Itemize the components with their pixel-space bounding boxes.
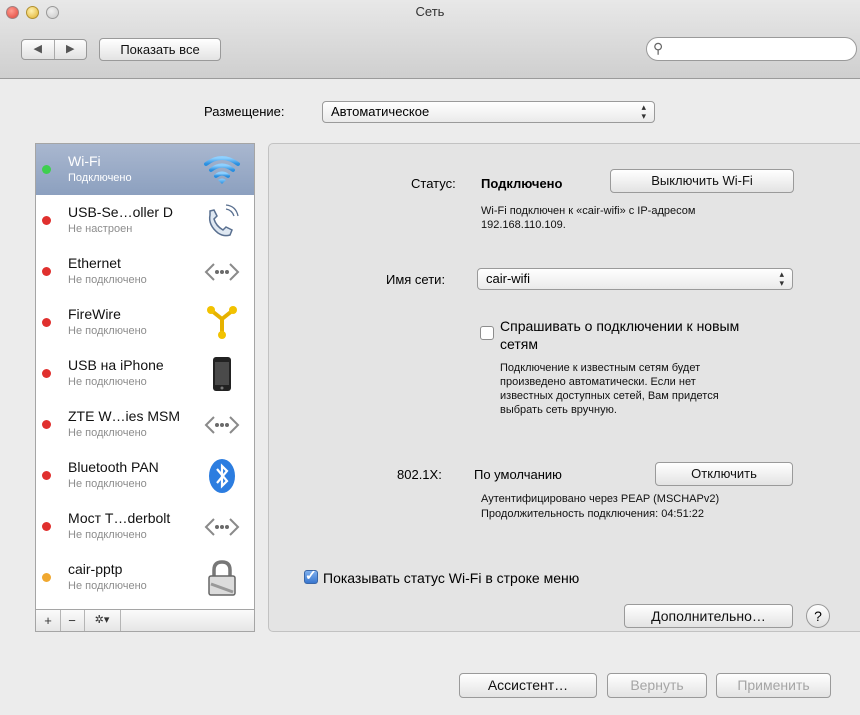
service-name: Мост T…derbolt — [68, 510, 171, 526]
gear-menu-button[interactable]: ✲▾ — [84, 610, 121, 631]
service-status: Не подключено — [68, 376, 147, 388]
ethernet-icon — [202, 507, 242, 547]
location-label: Размещение: — [204, 104, 285, 119]
service-status: Не подключено — [68, 478, 147, 490]
status-dot — [42, 420, 51, 429]
window-title: Сеть — [415, 4, 445, 19]
service-name: Bluetooth PAN — [68, 459, 159, 475]
location-popup[interactable]: Автоматическое ▴ ▾ — [322, 101, 655, 123]
network-name-label: Имя сети: — [386, 272, 446, 287]
ask-join-description-line2: произведено автоматически. Если нет — [500, 376, 696, 388]
back-forward-control: ◀ ▶ — [21, 39, 87, 60]
dot1x-label: 802.1X: — [397, 467, 442, 482]
service-name: USB на iPhone — [68, 357, 164, 373]
service-item[interactable]: USB на iPhone Не подключено — [36, 348, 254, 399]
service-list[interactable]: Wi-Fi Подключено USB-Se…oller D Не настроен… — [35, 143, 255, 610]
service-item[interactable]: FireWire Не подключено — [36, 297, 254, 348]
apply-button[interactable]: Применить — [716, 673, 831, 698]
status-dot — [42, 522, 51, 531]
checkmark-icon: ✓ — [305, 567, 317, 583]
ethernet-icon — [202, 252, 242, 292]
revert-button[interactable]: Вернуть — [607, 673, 707, 698]
service-name: FireWire — [68, 306, 121, 322]
turn-off-wifi-button[interactable]: Выключить Wi-Fi — [610, 169, 794, 193]
popup-arrows-icon: ▴ ▾ — [779, 269, 784, 288]
lock-icon — [202, 558, 242, 598]
ask-join-networks-checkbox[interactable] — [480, 326, 494, 340]
add-service-button[interactable]: + — [36, 610, 61, 631]
ask-join-description-line3: известных доступных сетей, Вам придется — [500, 390, 719, 402]
assistant-button[interactable]: Ассистент… — [459, 673, 597, 698]
ask-join-description-line4: выбрать сеть вручную. — [500, 404, 617, 416]
service-item[interactable]: Wi-Fi Подключено — [36, 144, 254, 195]
status-description-line1: Wi-Fi подключен к «cair-wifi» с IP-адрес… — [481, 205, 696, 217]
status-description-line2: 192.168.110.109. — [481, 219, 566, 231]
back-button[interactable]: ◀ — [22, 40, 54, 59]
status-dot — [42, 216, 51, 225]
search-input[interactable] — [669, 40, 853, 59]
bluetooth-icon — [202, 456, 242, 496]
forward-button[interactable]: ▶ — [53, 40, 87, 59]
service-item[interactable]: Ethernet Не подключено — [36, 246, 254, 297]
service-name: Ethernet — [68, 255, 121, 271]
status-dot — [42, 369, 51, 378]
dot1x-value: По умолчанию — [474, 467, 562, 482]
ask-join-label-line2[interactable]: сетям — [500, 336, 538, 352]
status-dot — [42, 267, 51, 276]
help-button[interactable]: ? — [806, 604, 830, 628]
service-list-toolbar: + − ✲▾ — [35, 610, 255, 632]
firewire-icon — [202, 303, 242, 343]
search-field[interactable]: ⚲ — [646, 37, 857, 61]
search-icon: ⚲ — [653, 40, 664, 56]
ask-join-label-line1[interactable]: Спрашивать о подключении к новым — [500, 318, 739, 334]
network-name-popup[interactable]: cair-wifi ▴ ▾ — [477, 268, 793, 290]
wifi-icon — [202, 150, 242, 190]
window-titlebar: Сеть ◀ ▶ Показать все ⚲ — [0, 0, 860, 79]
ask-join-description-line1: Подключение к известным сетям будет — [500, 362, 701, 374]
location-value: Автоматическое — [331, 104, 430, 119]
advanced-button[interactable]: Дополнительно… — [624, 604, 793, 628]
status-dot — [42, 573, 51, 582]
ethernet-icon — [202, 405, 242, 445]
service-status: Не подключено — [68, 274, 147, 286]
service-item[interactable]: USB-Se…oller D Не настроен — [36, 195, 254, 246]
status-value: Подключено — [481, 176, 563, 191]
show-wifi-status-label[interactable]: Показывать статус Wi-Fi в строке меню — [323, 570, 579, 586]
remove-service-button[interactable]: − — [60, 610, 85, 631]
network-name-value: cair-wifi — [486, 271, 531, 286]
service-name: Wi-Fi — [68, 153, 101, 169]
disconnect-button[interactable]: Отключить — [655, 462, 793, 486]
status-dot — [42, 318, 51, 327]
auth-info-line1: Аутентифицировано через PEAP (MSCHAPv2) — [481, 493, 720, 505]
service-status: Не подключено — [68, 427, 147, 439]
status-dot — [42, 471, 51, 480]
phone-handset-icon — [202, 201, 242, 241]
show-all-button[interactable]: Показать все — [99, 38, 221, 61]
service-name: cair-pptp — [68, 561, 123, 577]
service-status: Не подключено — [68, 580, 147, 592]
service-name: ZTE W…ies MSM — [68, 408, 180, 424]
service-status: Не настроен — [68, 223, 133, 235]
service-name: USB-Se…oller D — [68, 204, 174, 220]
service-item[interactable]: Bluetooth PAN Не подключено — [36, 450, 254, 501]
status-dot — [42, 165, 51, 174]
service-status: Не подключено — [68, 529, 147, 541]
service-item[interactable]: cair-pptp Не подключено — [36, 552, 254, 603]
auth-info-line2: Продолжительность подключения: 04:51:22 — [481, 508, 705, 520]
service-item[interactable]: ZTE W…ies MSM Не подключено — [36, 399, 254, 450]
iphone-icon — [202, 354, 242, 394]
popup-arrows-icon: ▴ ▾ — [641, 102, 646, 121]
show-wifi-status-checkbox[interactable]: ✓ — [304, 567, 318, 584]
status-label: Статус: — [411, 176, 456, 191]
service-status: Подключено — [68, 172, 132, 184]
service-status: Не подключено — [68, 325, 147, 337]
service-item[interactable]: Мост T…derbolt Не подключено — [36, 501, 254, 552]
